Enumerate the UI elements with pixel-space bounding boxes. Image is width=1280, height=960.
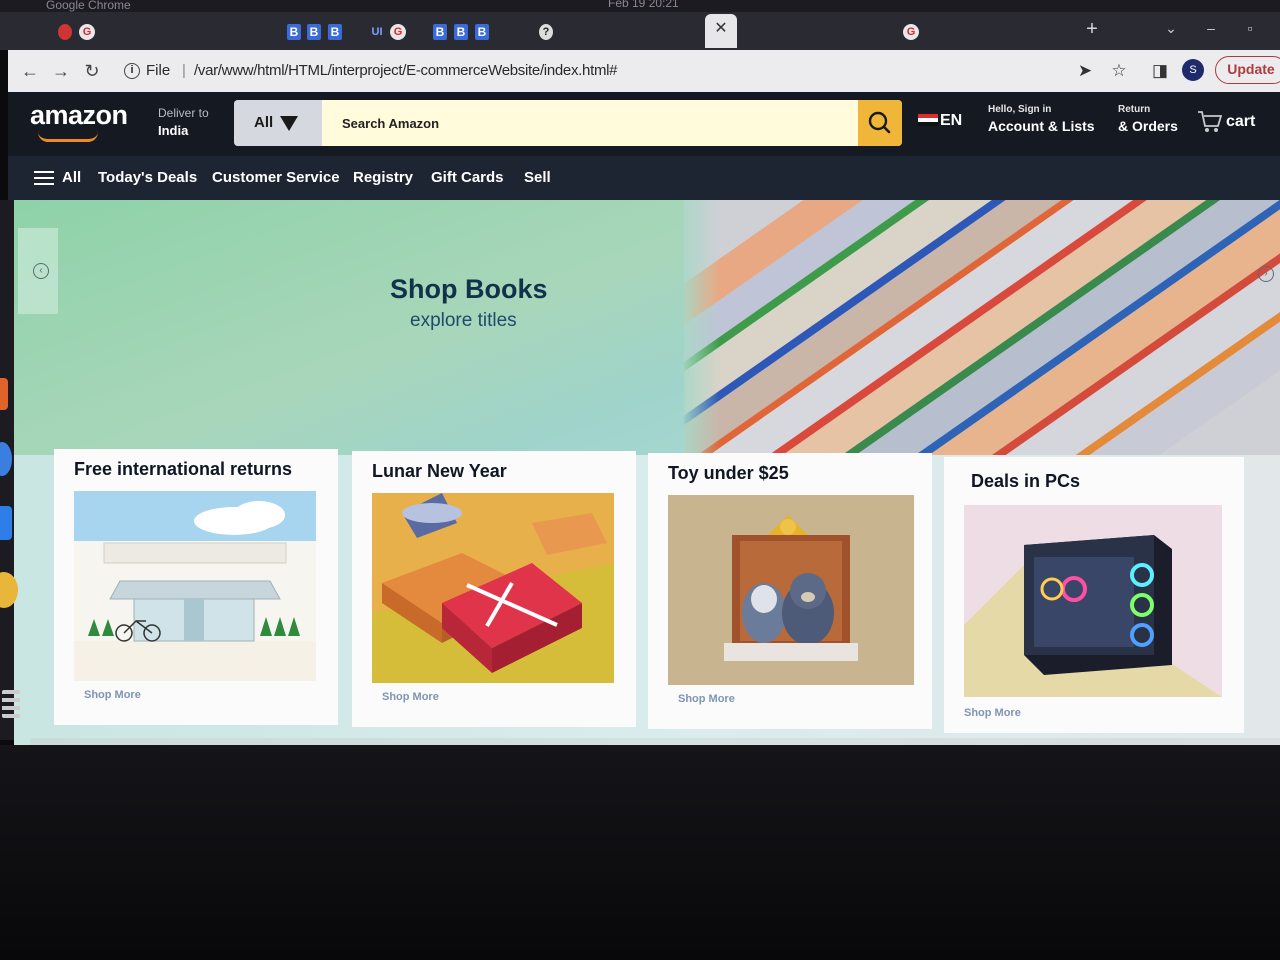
maximize-icon[interactable]: ▫ <box>1240 20 1260 36</box>
monitor-bezel <box>0 745 1280 960</box>
nav-all[interactable]: All <box>62 169 81 186</box>
shop-more-link[interactable]: Shop More <box>84 689 141 701</box>
account-lists-link[interactable]: Hello, Sign in Account & Lists <box>988 104 1095 134</box>
cart-label: cart <box>1226 113 1256 130</box>
reload-icon[interactable]: ↻ <box>80 60 104 82</box>
returns-orders-link[interactable]: Return & Orders <box>1118 104 1178 134</box>
tab-favicon-b[interactable]: B <box>328 24 342 40</box>
bookmark-star-icon[interactable]: ☆ <box>1108 60 1130 82</box>
flag-icon <box>918 114 938 126</box>
plus-icon[interactable]: + <box>1082 18 1102 40</box>
deliver-to[interactable]: Deliver to India <box>158 106 209 138</box>
card-deals-pcs[interactable]: Deals in PCs Shop More <box>944 457 1244 733</box>
lunar-gifts-image <box>372 493 614 683</box>
os-dock <box>0 200 20 740</box>
nav-customer-service[interactable]: Customer Service <box>212 169 340 186</box>
gaming-pc-image <box>964 505 1222 697</box>
search-category-label: All <box>254 114 274 131</box>
returns-label: Return <box>1118 104 1151 115</box>
cart-icon <box>1198 111 1222 132</box>
search-category-select[interactable]: All <box>234 100 322 146</box>
card-title: Toy under $25 <box>668 463 789 483</box>
logo-smile-icon <box>38 132 98 142</box>
side-panel-icon[interactable]: ◨ <box>1149 60 1171 82</box>
nav-registry[interactable]: Registry <box>353 169 413 186</box>
dock-app-icon[interactable] <box>0 378 8 410</box>
card-free-returns[interactable]: Free international returns Shop More <box>54 449 338 725</box>
address-bar[interactable]: i File | /var/www/html/HTML/interproject… <box>114 58 1064 84</box>
hero-banner[interactable]: ‹ Shop Books explore titles › <box>14 200 1280 455</box>
info-icon[interactable]: i <box>124 63 140 79</box>
store-illustration-image <box>74 491 316 681</box>
tab-favicon-google[interactable]: G <box>390 24 406 40</box>
site-header: amazon Deliver to India All EN Hello, Si… <box>8 92 1280 156</box>
url-scheme-label: File <box>146 62 171 79</box>
account-greeting: Hello, Sign in <box>988 104 1052 115</box>
shop-more-link[interactable]: Shop More <box>678 693 735 705</box>
orders-label: & Orders <box>1118 118 1178 134</box>
language-selector[interactable]: EN <box>918 112 962 130</box>
card-row: Free international returns Shop More Lun… <box>14 449 1280 745</box>
chevron-down-icon[interactable]: ⌄ <box>1161 20 1181 37</box>
hero-subtitle: explore titles <box>410 310 517 331</box>
url-separator: | <box>182 62 186 79</box>
minimize-icon[interactable]: – <box>1201 20 1221 36</box>
nav-sell[interactable]: Sell <box>524 169 551 186</box>
search-bar: All <box>234 100 902 146</box>
tab-favicon-google[interactable]: G <box>903 24 919 40</box>
card-title: Deals in PCs <box>971 471 1081 491</box>
url-text[interactable]: /var/www/html/HTML/interproject/E-commer… <box>194 58 618 84</box>
update-button[interactable]: Update <box>1215 56 1280 84</box>
dock-app-icon[interactable] <box>0 506 12 540</box>
nav-gift-cards[interactable]: Gift Cards <box>431 169 504 186</box>
tab-favicon-b[interactable]: B <box>307 24 321 40</box>
tab-favicon-b[interactable]: B <box>433 24 447 40</box>
deliver-label: Deliver to <box>158 106 209 120</box>
cart-link[interactable]: cart <box>1196 108 1255 134</box>
language-label: EN <box>940 112 963 129</box>
tab-favicon-google[interactable]: G <box>79 24 95 40</box>
card-title: Lunar New Year <box>372 461 507 481</box>
arrow-left-icon: ‹ <box>33 263 49 279</box>
tab-favicon-red[interactable] <box>58 24 72 40</box>
hero-title: Shop Books <box>390 274 548 304</box>
card-lunar-new-year[interactable]: Lunar New Year Shop More <box>352 451 636 727</box>
account-label: Account & Lists <box>988 118 1095 134</box>
search-button[interactable] <box>858 100 902 146</box>
app-grid-icon[interactable] <box>2 690 20 718</box>
tab-favicon-ui[interactable]: UI <box>369 24 385 40</box>
browser-toolbar: ← → ↻ i File | /var/www/html/HTML/interp… <box>8 50 1280 92</box>
plush-toys-image <box>668 495 914 685</box>
card-title: Free international returns <box>74 459 293 479</box>
profile-avatar[interactable]: S <box>1182 59 1204 81</box>
nav-todays-deals[interactable]: Today's Deals <box>98 169 197 186</box>
deliver-country: India <box>158 123 189 138</box>
search-input[interactable] <box>322 100 858 146</box>
os-app-name: Google Chrome <box>46 0 131 12</box>
arrow-right-icon[interactable]: › <box>1258 266 1274 282</box>
tab-favicon-help[interactable]: ? <box>539 24 553 40</box>
caret-down-icon <box>280 116 298 131</box>
screen: Google Chrome Feb 19 20:21 G B B B UI G … <box>0 0 1280 960</box>
browser-tab-strip: G B B B UI G B B B ? ✕ G + ⌄ – ▫ <box>0 12 1280 50</box>
hero-prev-button[interactable]: ‹ <box>18 228 58 314</box>
tab-favicon-b[interactable]: B <box>287 24 301 40</box>
active-tab-close-icon[interactable]: ✕ <box>705 14 737 48</box>
tab-favicon-b[interactable]: B <box>475 24 489 40</box>
forward-arrow-icon[interactable]: → <box>49 60 73 82</box>
os-clock: Feb 19 20:21 <box>608 0 679 10</box>
search-icon <box>868 111 891 134</box>
shop-more-link[interactable]: Shop More <box>964 707 1021 719</box>
dock-app-icon[interactable] <box>0 442 12 476</box>
os-top-bar: Google Chrome Feb 19 20:21 <box>0 0 1280 12</box>
tab-favicon-b[interactable]: B <box>454 24 468 40</box>
category-nav: All Today's Deals Customer Service Regis… <box>8 156 1280 200</box>
send-icon[interactable]: ➤ <box>1074 60 1096 82</box>
shop-more-link[interactable]: Shop More <box>382 691 439 703</box>
amazon-logo[interactable]: amazon <box>30 100 128 131</box>
back-arrow-icon[interactable]: ← <box>18 60 42 82</box>
card-toys[interactable]: Toy under $25 Shop More <box>648 453 932 729</box>
books-image <box>684 200 1280 455</box>
hamburger-menu-icon[interactable] <box>34 171 54 185</box>
